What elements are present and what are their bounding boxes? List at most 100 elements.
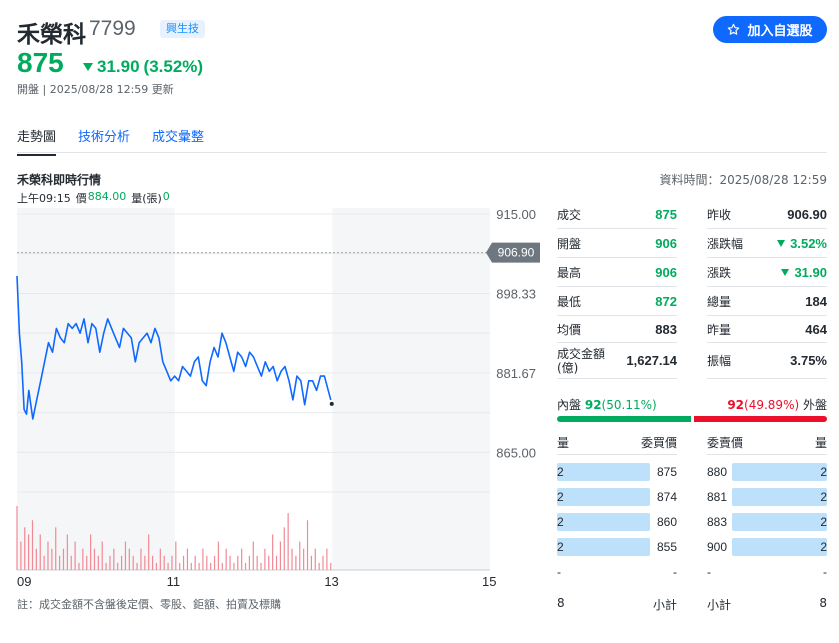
ask-depth-bar [732,538,827,556]
stat-value: 1,627.14 [626,353,677,368]
outer-value: 92 [727,398,745,412]
volume-bar [47,541,49,570]
stat-row: 成交 875 [557,200,677,229]
chart-footnote: 註：成交金額不含盤後定價、零股、鉅額、拍賣及標購 [17,598,281,611]
outer-label: 外盤 [802,398,827,412]
down-arrow-icon [83,63,93,71]
stat-value-text: 3.75% [790,353,827,368]
ask-total-label: 小計 [707,598,732,612]
volume-bar [260,562,262,570]
volume-bar [310,555,312,570]
stat-row: 漲跌 31.90 [707,258,827,287]
volume-bar [221,562,223,570]
ask-row: 900 2 [707,538,827,556]
y-tick-label: 898.33 [496,286,536,301]
volume-bar [59,555,61,570]
volume-bar [78,562,80,570]
inner-value: 92 [584,398,602,412]
volume-bar [179,562,181,570]
ask-row: 881 2 [707,488,827,506]
volume-bar [186,548,189,570]
volume-bar [279,541,282,570]
stat-value: 3.75% [790,353,827,368]
volume-bar [74,541,76,570]
volume-bar [299,541,301,570]
bid-qty: 2 [557,490,564,504]
outer-percent: (49.89%) [744,398,800,412]
bid-qty: 2 [557,465,564,479]
current-price: 875 [17,47,64,78]
add-to-watchlist-button[interactable]: 加入自選股 [713,16,827,43]
stat-value: 3.52% [777,236,827,251]
stock-name: 禾榮科 [17,22,86,48]
stat-row: 昨量 464 [707,316,827,343]
stat-value: 875 [655,207,677,222]
bid-header: 量 委買價 [557,434,677,451]
bid-row: 2 860 [557,513,677,531]
y-tick-label: 865.00 [496,445,536,460]
stat-row: 最低 872 [557,287,677,316]
down-arrow-icon [781,268,790,276]
volume-bar [306,520,309,570]
volume-bar [144,555,146,570]
stat-row: 最高 906 [557,258,677,287]
bid-price: 860 [656,515,677,529]
volume-bar [241,548,243,570]
ask-qty-header: 量 [814,436,827,450]
volume-bar [86,555,88,570]
volume-bar [55,527,57,570]
stat-row: 昨收 906.90 [707,200,827,229]
stat-value-text: 872 [655,293,677,309]
stat-label: 昨收 [707,207,732,222]
volume-bar [93,548,96,570]
ask-price: 900 [707,540,728,554]
bid-qty: 2 [557,515,564,529]
prev-close-tag-label: 906.90 [498,246,535,260]
volume-bar [163,555,165,570]
volume-bar [264,548,266,570]
ask-qty: 2 [820,465,827,479]
stat-label: 開盤 [557,236,582,251]
bid-row: 2 875 [557,463,677,481]
chart-title: 禾榮科即時行情 [17,173,102,187]
stat-value-text: 883 [655,321,677,337]
volume-bar [43,555,45,570]
volume-bar [117,562,119,570]
stat-value: 906 [655,236,677,251]
stat-value: 906 [655,265,677,280]
bid-price: 875 [656,465,677,479]
volume-bar [109,555,111,570]
volume-bar [198,562,200,570]
volume-bar [148,534,150,570]
market-badge[interactable]: 興生技 [160,20,205,38]
stat-value-text: 906.90 [787,206,827,222]
volume-bar [303,548,305,570]
volume-bar [256,555,258,570]
add-to-watchlist-label: 加入自選股 [747,24,813,39]
volume-bar [140,548,142,570]
ask-depth-bar [732,463,827,481]
price-chart[interactable]: 906.90 915.00 898.33 881.67 865.00 09 11 13 15 [0,200,545,590]
down-arrow-icon [777,239,786,247]
inner-label: 內盤 [557,398,582,412]
bid-depth-bar [557,513,650,531]
bid-qty: - [557,565,561,579]
ask-qty: 2 [820,490,827,504]
change-value: 31.90 [97,57,140,76]
inner-outer-labels: 內盤 92(50.11%) 92(49.89%) 外盤 [557,396,827,413]
inner-volume-bar [557,416,691,422]
volume-bar [155,562,158,570]
stat-value-text: 3.52% [790,235,827,251]
volume-bar [20,541,22,570]
inner-percent: (50.11%) [601,398,657,412]
y-tick-label: 915.00 [496,207,536,222]
volume-bar [132,555,134,570]
volume-bar [175,541,177,570]
stat-label: 成交金額(億) [557,346,606,375]
ask-row: 883 2 [707,513,827,531]
ask-total-qty: 8 [819,596,827,610]
stat-row: 振幅 3.75% [707,343,827,379]
bid-price: - [673,565,677,579]
stat-row: 均價 883 [557,316,677,343]
volume-bar [167,562,169,570]
